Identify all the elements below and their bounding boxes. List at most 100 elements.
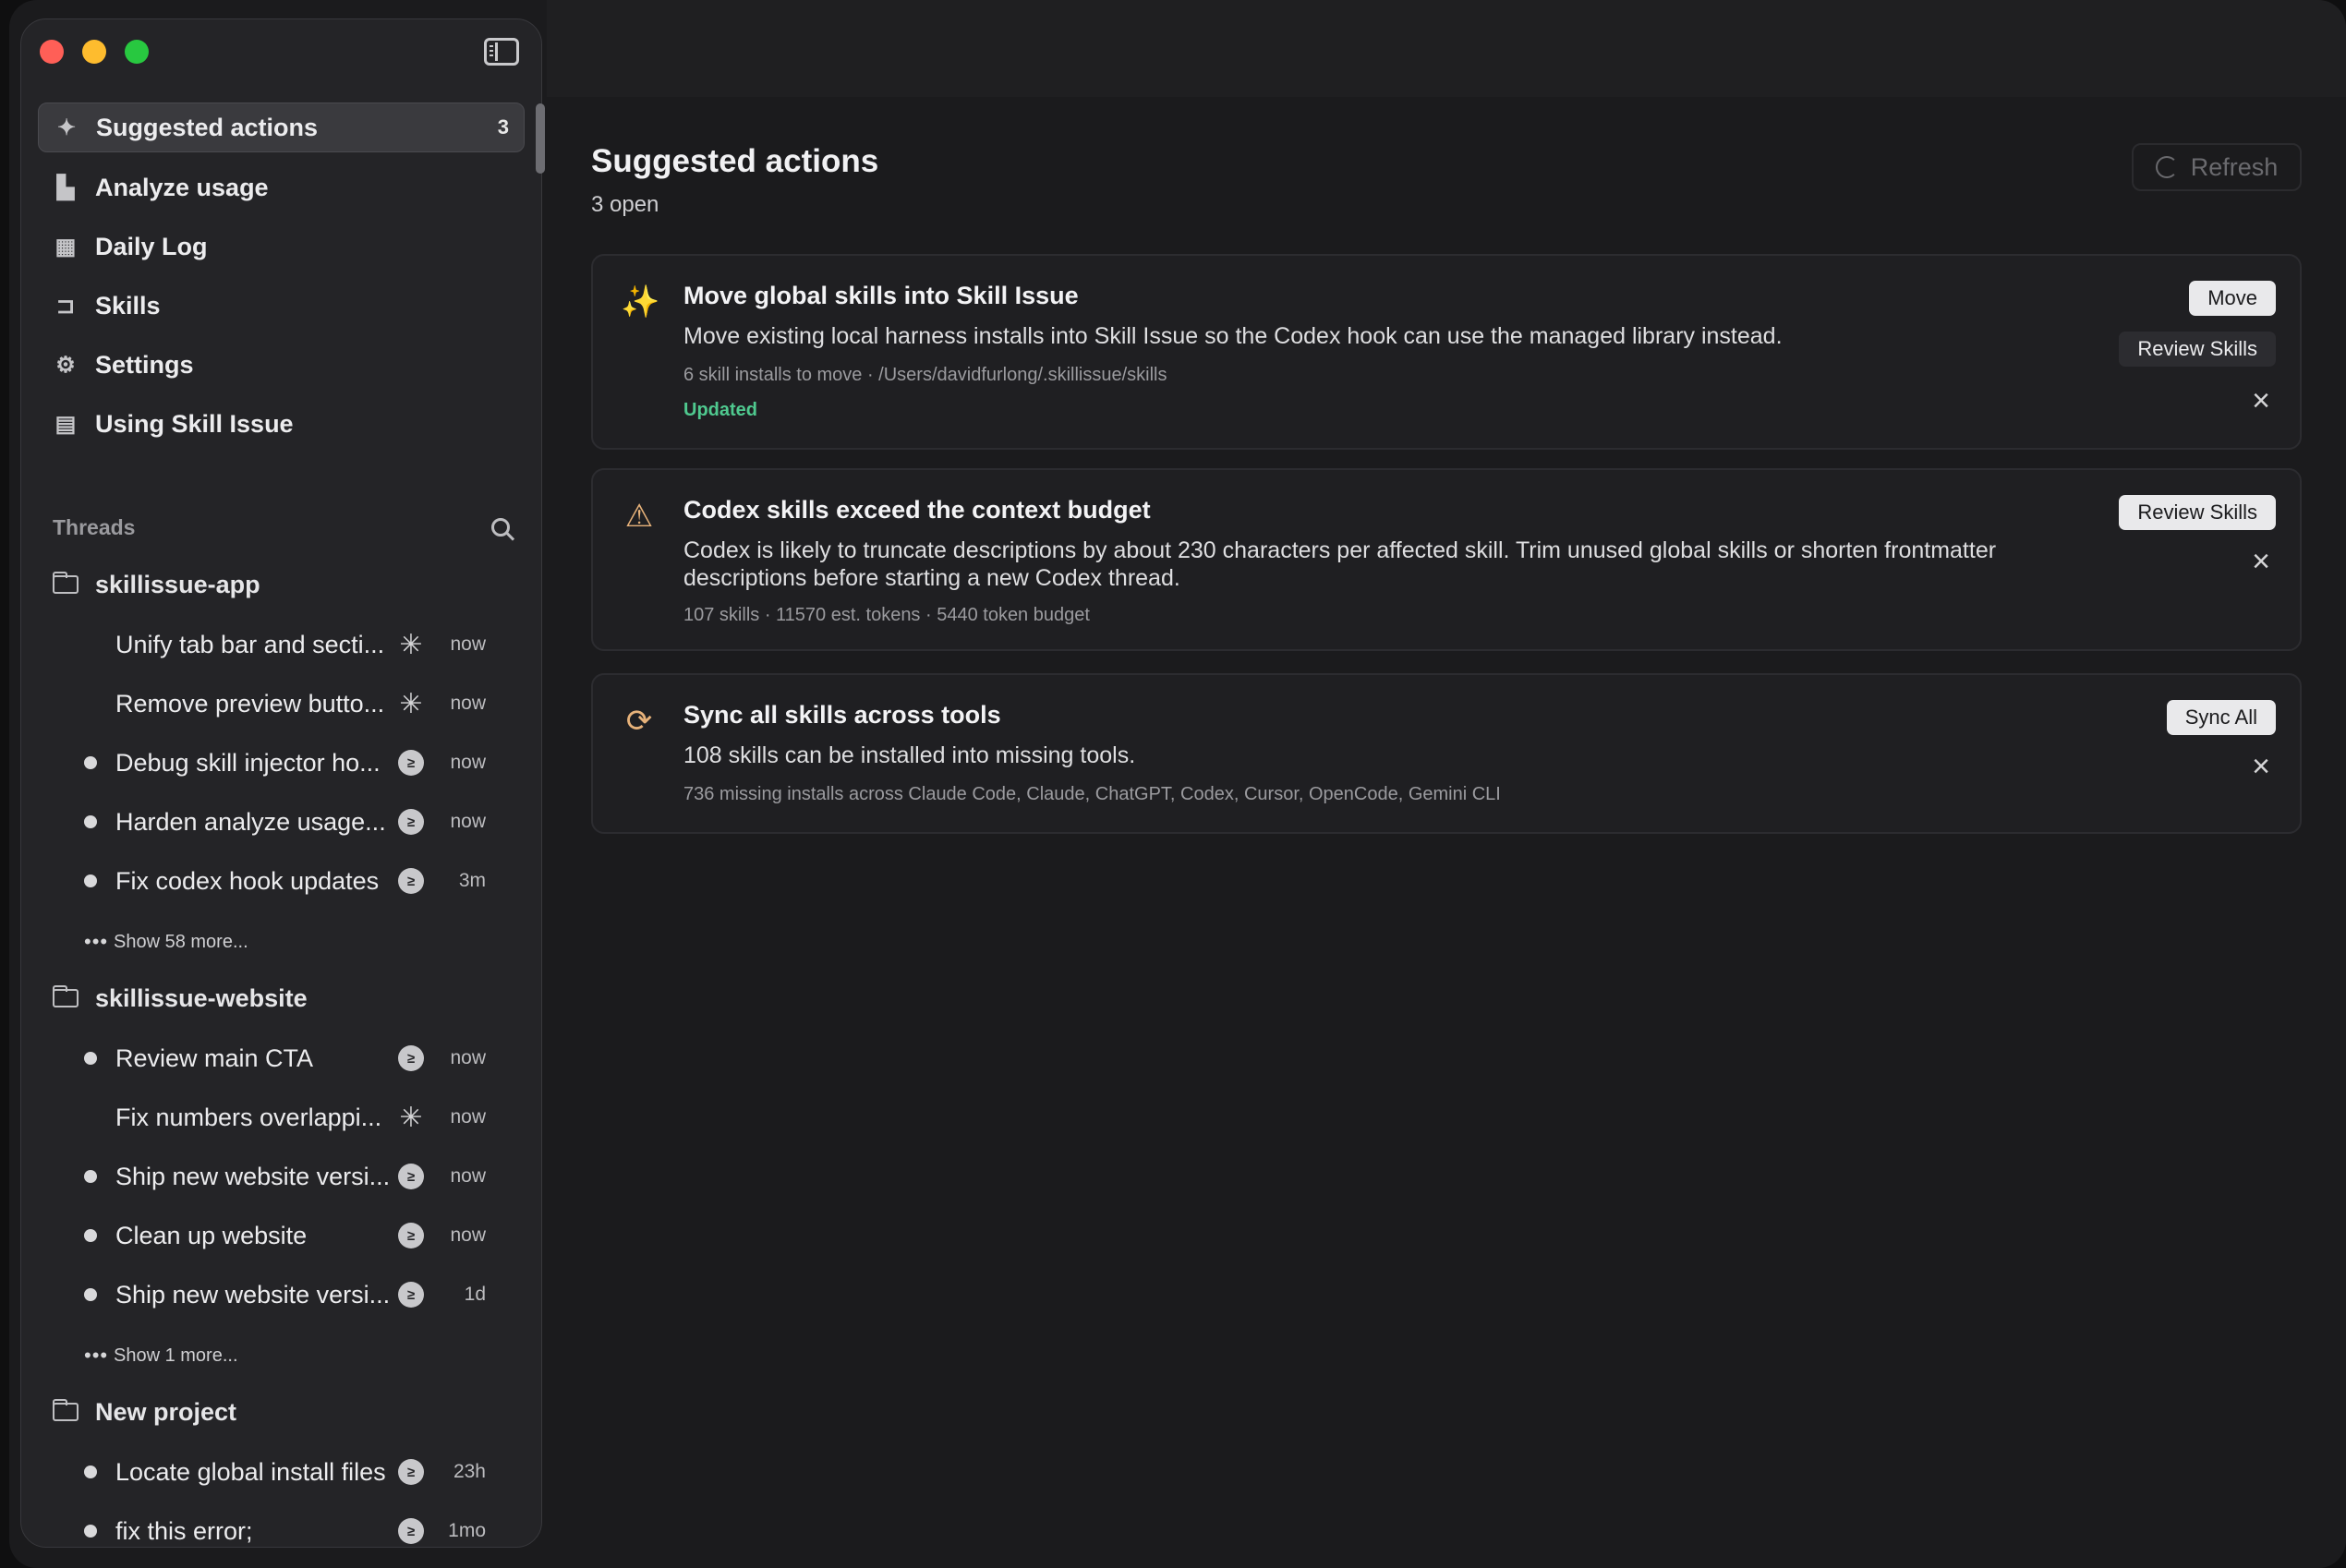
thread-title: Harden analyze usage... — [115, 807, 386, 836]
show-more-button[interactable]: ••• Show 1 more... — [84, 1337, 238, 1374]
count-badge: 3 — [497, 115, 509, 139]
sync-all-button[interactable]: Sync All — [2166, 700, 2276, 735]
unread-dot — [84, 1465, 97, 1478]
dismiss-icon[interactable]: × — [2252, 751, 2270, 782]
thread-item[interactable]: Harden analyze usage... ≥ now — [53, 799, 486, 845]
thread-item[interactable]: Ship new website versi... ≥ now — [53, 1153, 486, 1200]
thread-title: Unify tab bar and secti... — [115, 630, 385, 658]
dismiss-icon[interactable]: × — [2252, 385, 2270, 416]
thread-item[interactable]: Debug skill injector ho... ≥ now — [53, 740, 486, 786]
search-icon[interactable] — [491, 518, 510, 537]
nav-skills[interactable]: ⊐ Skills — [38, 282, 525, 330]
unread-dot — [84, 1052, 97, 1065]
nav-settings[interactable]: ⚙ Settings — [38, 341, 525, 389]
bot-agent-icon: ≥ — [398, 750, 424, 776]
nav-label: Analyze usage — [95, 173, 269, 201]
refresh-icon — [2155, 156, 2178, 178]
zoom-window-button[interactable] — [125, 40, 149, 64]
thread-item[interactable]: Locate global install files ≥ 23h — [53, 1449, 486, 1495]
thread-title: Remove preview butto... — [115, 689, 385, 718]
unread-dot — [84, 874, 97, 887]
folder-icon — [53, 572, 79, 594]
threads-title: Threads — [53, 514, 136, 539]
thread-item[interactable]: Fix codex hook updates ≥ 3m — [53, 858, 486, 904]
window-controls — [40, 40, 149, 64]
sidebar-toggle-icon[interactable] — [484, 38, 519, 66]
thread-time: now — [450, 1224, 486, 1246]
close-window-button[interactable] — [40, 40, 64, 64]
thread-item[interactable]: Ship new website versi... ≥ 1d — [53, 1272, 486, 1318]
thread-item[interactable]: Remove preview butto... ✳ now — [53, 681, 486, 727]
nav-using-skill-issue[interactable]: ▤ Using Skill Issue — [38, 400, 525, 448]
status-badge: Updated — [683, 400, 757, 420]
project-name: skillissue-website — [95, 983, 308, 1012]
unread-dot — [84, 1525, 97, 1538]
nav-label: Suggested actions — [96, 113, 319, 141]
thread-time: now — [450, 752, 486, 773]
warning-icon: ⚠ — [624, 499, 654, 534]
open-count: 3 open — [591, 192, 659, 217]
card-description: Codex is likely to truncate descriptions… — [683, 537, 1997, 591]
book-icon: ▤ — [54, 411, 77, 437]
folder-icon — [53, 985, 79, 1007]
bot-agent-icon: ≥ — [398, 1223, 424, 1248]
dismiss-icon[interactable]: × — [2252, 546, 2270, 577]
thread-title: fix this error; — [115, 1516, 253, 1545]
thread-item[interactable]: Clean up website ≥ now — [53, 1212, 486, 1259]
ellipsis-icon: ••• — [84, 930, 109, 953]
bot-agent-icon: ≥ — [398, 809, 424, 835]
minimize-window-button[interactable] — [82, 40, 106, 64]
bot-agent-icon: ≥ — [398, 1164, 424, 1189]
unread-dot — [84, 756, 97, 769]
nav-analyze-usage[interactable]: ▙ Analyze usage — [38, 163, 525, 211]
ellipsis-icon: ••• — [84, 1344, 109, 1367]
card-description: 108 skills can be installed into missing… — [683, 742, 1136, 768]
card-title: Codex skills exceed the context budget — [683, 496, 1151, 524]
nav-suggested-actions[interactable]: ✦ Suggested actions 3 — [38, 103, 525, 152]
show-more-label: Show 1 more... — [114, 1345, 238, 1366]
move-button[interactable]: Move — [2189, 281, 2276, 316]
nav-label: Settings — [95, 350, 194, 379]
thread-title: Ship new website versi... — [115, 1162, 391, 1190]
thread-item[interactable]: Fix numbers overlappi... ✳ now — [53, 1094, 486, 1140]
thread-time: now — [450, 693, 486, 714]
review-skills-button[interactable]: Review Skills — [2119, 495, 2276, 530]
spark-agent-icon: ✳ — [399, 1102, 423, 1133]
review-skills-button[interactable]: Review Skills — [2119, 332, 2276, 367]
nav-label: Daily Log — [95, 232, 208, 260]
thread-time: now — [450, 811, 486, 832]
bot-agent-icon: ≥ — [398, 868, 424, 894]
main-content: Suggested actions 3 open Refresh ✨ Move … — [547, 97, 2346, 1568]
thread-title: Fix numbers overlappi... — [115, 1103, 382, 1131]
project-skillissue-website[interactable]: skillissue-website — [53, 975, 510, 1021]
action-card-move-skills: ✨ Move global skills into Skill Issue Mo… — [591, 254, 2302, 450]
thread-item[interactable]: Review main CTA ≥ now — [53, 1035, 486, 1081]
thread-title: Debug skill injector ho... — [115, 748, 381, 777]
sidebar-scrollbar[interactable] — [536, 103, 545, 174]
card-meta: 736 missing installs across Claude Code,… — [683, 784, 1501, 804]
project-skillissue-app[interactable]: skillissue-app — [53, 561, 510, 608]
thread-title: Ship new website versi... — [115, 1280, 391, 1309]
bot-agent-icon: ≥ — [398, 1518, 424, 1544]
action-card-context-budget: ⚠ Codex skills exceed the context budget… — [591, 468, 2302, 651]
nav-label: Using Skill Issue — [95, 409, 294, 438]
refresh-button[interactable]: Refresh — [2132, 143, 2302, 191]
card-meta: 107 skills · 11570 est. tokens · 5440 to… — [683, 605, 1090, 625]
thread-time: 1mo — [448, 1520, 486, 1541]
sync-icon: ⟳ — [625, 704, 653, 739]
action-card-sync-skills: ⟳ Sync all skills across tools 108 skill… — [591, 673, 2302, 834]
card-title: Sync all skills across tools — [683, 701, 1001, 729]
project-new-project[interactable]: New project — [53, 1389, 510, 1435]
thread-time: now — [450, 1047, 486, 1068]
spark-agent-icon: ✳ — [399, 629, 423, 660]
thread-time: 1d — [464, 1284, 486, 1305]
show-more-button[interactable]: ••• Show 58 more... — [84, 923, 248, 960]
thread-time: now — [450, 1165, 486, 1187]
refresh-label: Refresh — [2190, 152, 2279, 181]
unread-dot — [84, 1170, 97, 1183]
thread-item[interactable]: Unify tab bar and secti... ✳ now — [53, 621, 486, 668]
thread-item[interactable]: fix this error; ≥ 1mo — [53, 1508, 486, 1547]
thread-title: Review main CTA — [115, 1043, 314, 1072]
nav-daily-log[interactable]: ▦ Daily Log — [38, 223, 525, 271]
unread-dot — [84, 1229, 97, 1242]
